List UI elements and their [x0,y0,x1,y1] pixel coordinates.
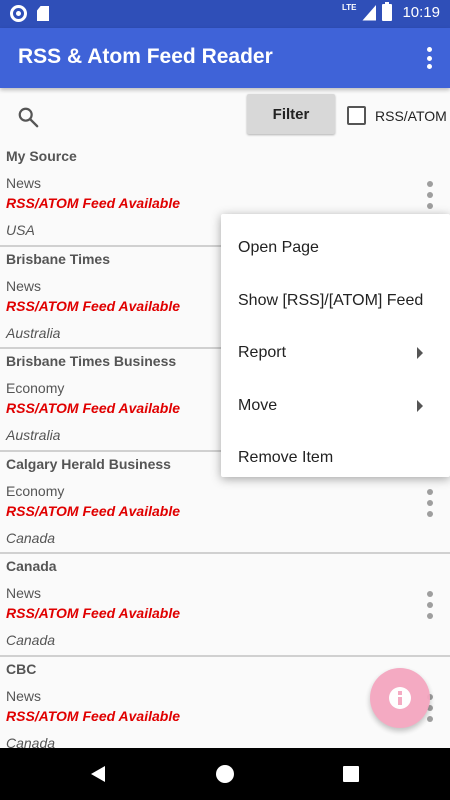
lte-signal-icon [362,4,377,21]
feed-status: RSS/ATOM Feed Available [6,400,181,416]
item-more-icon[interactable] [426,488,434,517]
feed-name: Brisbane Times Business [6,353,177,369]
menu-item-label: Report [238,344,287,362]
overflow-menu-icon[interactable] [426,47,432,69]
rss-atom-checkbox[interactable] [347,106,366,125]
feed-category: Economy [6,380,65,396]
notification-circle-icon [10,5,27,22]
rss-atom-checkbox-label: RSS/ATOM [375,108,447,124]
status-clock: 10:19 [402,4,440,21]
navigation-bar [0,748,450,800]
feed-country: USA [6,222,35,238]
menu-item-remove-item[interactable]: Remove Item [221,432,450,485]
feed-category: News [6,277,42,294]
feed-category: News [6,175,42,191]
feed-name: My Source [6,148,77,164]
status-right-icons: LTE 10:19 [341,2,440,21]
info-fab-button[interactable] [370,668,430,728]
list-item[interactable]: Canada News RSS/ATOM Feed Available Cana… [0,554,450,657]
feed-category: News [6,687,42,704]
app-title: RSS & Atom Feed Reader [18,45,273,68]
recents-icon[interactable] [343,766,359,782]
feed-category: News [6,585,42,601]
menu-item-report[interactable]: Report [221,327,450,380]
home-icon[interactable] [216,765,234,783]
submenu-arrow-icon [417,399,423,412]
feed-status: RSS/ATOM Feed Available [6,707,181,724]
status-bar: LTE 10:19 [0,0,450,28]
item-more-icon[interactable] [426,181,434,209]
feed-status: RSS/ATOM Feed Available [6,605,181,621]
feed-name: Calgary Herald Business [6,455,171,472]
menu-item-move[interactable]: Move [221,380,450,433]
feed-country: Australia [6,324,61,341]
search-icon[interactable] [17,106,39,128]
feed-country: Canada [6,632,56,648]
app-bar: RSS & Atom Feed Reader [0,28,450,88]
menu-item-label: Show [RSS]/[ATOM] Feed [238,291,424,309]
network-type-label: LTE [341,3,357,12]
feed-name: Canada [6,558,57,574]
item-more-icon[interactable] [426,591,434,619]
menu-item-show-feed[interactable]: Show [RSS]/[ATOM] Feed [221,275,450,328]
feed-status: RSS/ATOM Feed Available [6,502,181,519]
back-icon[interactable] [91,766,105,782]
feed-name: CBC [6,660,37,677]
feed-country: Australia [6,427,61,443]
menu-item-label: Remove Item [238,449,334,467]
battery-icon [382,2,393,21]
filter-toolbar: Filter RSS/ATOM [0,88,450,144]
menu-item-label: Move [238,396,278,414]
sd-card-icon [37,6,49,21]
feed-name: Brisbane Times [6,250,111,267]
feed-country: Canada [6,529,56,546]
filter-button[interactable]: Filter [247,94,335,134]
info-icon [389,687,411,709]
menu-item-label: Open Page [238,239,319,257]
feed-category: Economy [6,482,65,499]
status-left-icons [10,5,49,22]
feed-status: RSS/ATOM Feed Available [6,297,181,314]
submenu-arrow-icon [417,347,423,359]
menu-item-open-page[interactable]: Open Page [221,222,450,275]
feed-status: RSS/ATOM Feed Available [6,195,181,211]
context-menu: Open Page Show [RSS]/[ATOM] Feed Report … [221,214,450,477]
